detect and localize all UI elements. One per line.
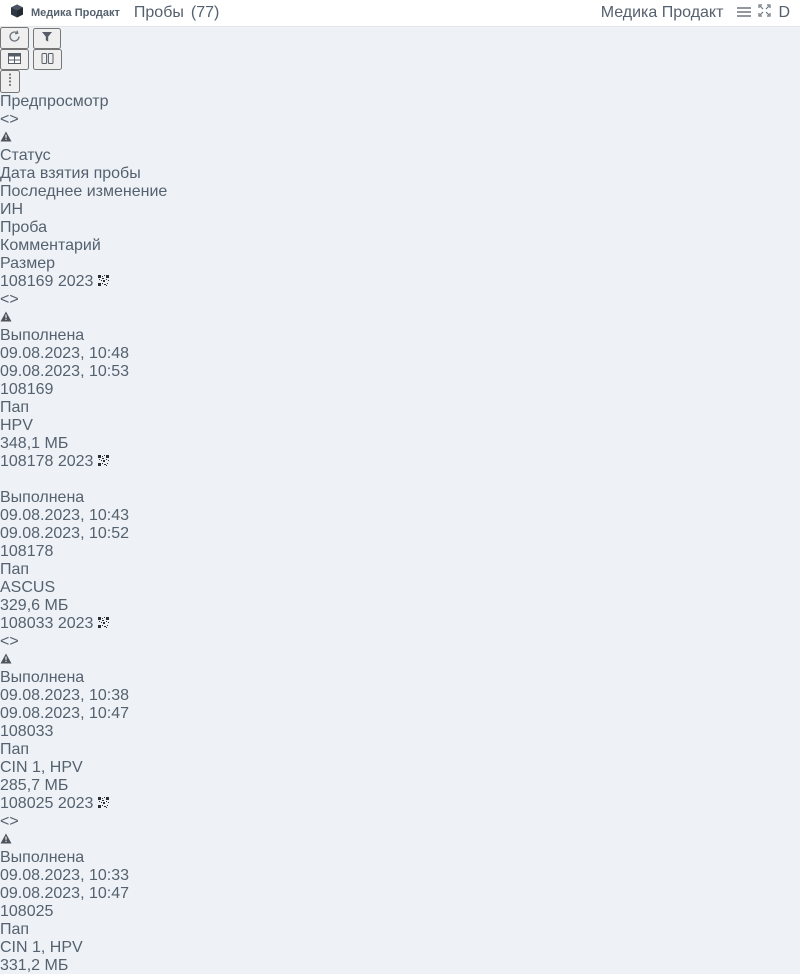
qr-code-icon: [98, 797, 109, 808]
sample-preview[interactable]: 108169 2023: [0, 273, 800, 291]
last-modified-cell: 09.08.2023, 10:52: [0, 525, 800, 543]
top-bar: Медика Продакт Пробы (77) Медика Продакт…: [0, 0, 800, 27]
avatar-letter: D: [778, 4, 790, 21]
view-toggle: [0, 49, 800, 70]
sample-preview[interactable]: 108025 2023: [0, 795, 800, 813]
code-icon: <>: [0, 633, 19, 650]
size-cell: 348,1 МБ: [0, 435, 800, 453]
warning-icon: [0, 651, 12, 668]
column-header-sample[interactable]: Проба: [0, 219, 800, 237]
card-view-button[interactable]: [33, 49, 62, 70]
table-row[interactable]: 108178 2023: [0, 453, 800, 615]
code-icon: <>: [0, 813, 19, 830]
slide-label-text: 108169 2023: [0, 273, 93, 290]
sample-cell: Пап: [0, 741, 800, 759]
status-cell: Выполнена: [0, 489, 800, 507]
column-header-comment[interactable]: Комментарий: [0, 237, 800, 255]
column-header-id[interactable]: ИН: [0, 201, 800, 219]
qr-code-icon: [98, 617, 109, 628]
user-avatar[interactable]: D: [778, 4, 790, 22]
last-modified-cell: 09.08.2023, 10:47: [0, 885, 800, 903]
comment-cell: CIN 1, HPV: [0, 939, 800, 957]
warning-icon: [0, 831, 12, 848]
id-cell: 108169: [0, 381, 800, 399]
warning-icon: [0, 309, 12, 326]
brand-name: Медика Продакт: [31, 7, 120, 19]
table-row[interactable]: 108033 2023: [0, 615, 800, 795]
slide-label-area: 108033 2023: [0, 615, 109, 632]
id-cell: 108025: [0, 903, 800, 921]
qr-code-icon: [98, 455, 109, 466]
page-title: Пробы: [134, 4, 184, 22]
date-taken-cell: 09.08.2023, 10:38: [0, 687, 800, 705]
filter-button[interactable]: [33, 28, 61, 49]
sample-preview[interactable]: 108178 2023: [0, 453, 800, 471]
comment-cell: ASCUS: [0, 579, 800, 597]
last-modified-cell: 09.08.2023, 10:47: [0, 705, 800, 723]
table-header: Предпросмотр <> Статус Дата взятия пробы…: [0, 93, 800, 273]
comment-cell: CIN 1, HPV: [0, 759, 800, 777]
refresh-button[interactable]: [0, 27, 29, 49]
code-icon: <>: [0, 291, 19, 308]
size-cell: 285,7 МБ: [0, 777, 800, 795]
comment-cell: HPV: [0, 417, 800, 435]
org-name[interactable]: Медика Продакт: [601, 4, 724, 22]
slide-label-area: 108178 2023: [0, 453, 109, 470]
more-options-button[interactable]: [0, 70, 20, 93]
slide-label-area: 108169 2023: [0, 273, 109, 290]
samples-table: Предпросмотр <> Статус Дата взятия пробы…: [0, 93, 800, 974]
code-column-icon[interactable]: <>: [0, 111, 19, 128]
fullscreen-icon[interactable]: [758, 4, 771, 22]
sample-cell: Пап: [0, 399, 800, 417]
qr-code-icon: [98, 275, 109, 286]
sample-cell: Пап: [0, 921, 800, 939]
warning-column-icon[interactable]: [0, 129, 12, 146]
last-modified-cell: 09.08.2023, 10:53: [0, 363, 800, 381]
table-view-button[interactable]: [0, 49, 29, 70]
size-cell: 331,2 МБ: [0, 957, 800, 974]
toolbar: [0, 27, 800, 93]
sample-preview[interactable]: 108033 2023: [0, 615, 800, 633]
menu-icon[interactable]: [737, 4, 751, 22]
table-body: 108169 2023: [0, 273, 800, 974]
column-header-last-modified[interactable]: Последнее изменение: [0, 183, 800, 201]
date-taken-cell: 09.08.2023, 10:48: [0, 345, 800, 363]
slide-label-text: 108033 2023: [0, 615, 93, 632]
id-cell: 108033: [0, 723, 800, 741]
status-cell: Выполнена: [0, 849, 800, 867]
slide-label-area: 108025 2023: [0, 795, 109, 812]
brand-logo-icon: [10, 4, 24, 23]
date-taken-cell: 09.08.2023, 10:43: [0, 507, 800, 525]
column-header-preview[interactable]: Предпросмотр: [0, 93, 800, 111]
column-header-size[interactable]: Размер: [0, 255, 800, 273]
size-cell: 329,6 МБ: [0, 597, 800, 615]
id-cell: 108178: [0, 543, 800, 561]
slide-label-text: 108178 2023: [0, 453, 93, 470]
date-taken-cell: 09.08.2023, 10:33: [0, 867, 800, 885]
status-cell: Выполнена: [0, 327, 800, 345]
column-header-status[interactable]: Статус: [0, 147, 800, 165]
samples-count: (77): [191, 4, 219, 22]
status-cell: Выполнена: [0, 669, 800, 687]
sample-cell: Пап: [0, 561, 800, 579]
table-row[interactable]: 108025 2023: [0, 795, 800, 974]
table-row[interactable]: 108169 2023: [0, 273, 800, 453]
column-header-date-taken[interactable]: Дата взятия пробы: [0, 165, 800, 183]
slide-label-text: 108025 2023: [0, 795, 93, 812]
